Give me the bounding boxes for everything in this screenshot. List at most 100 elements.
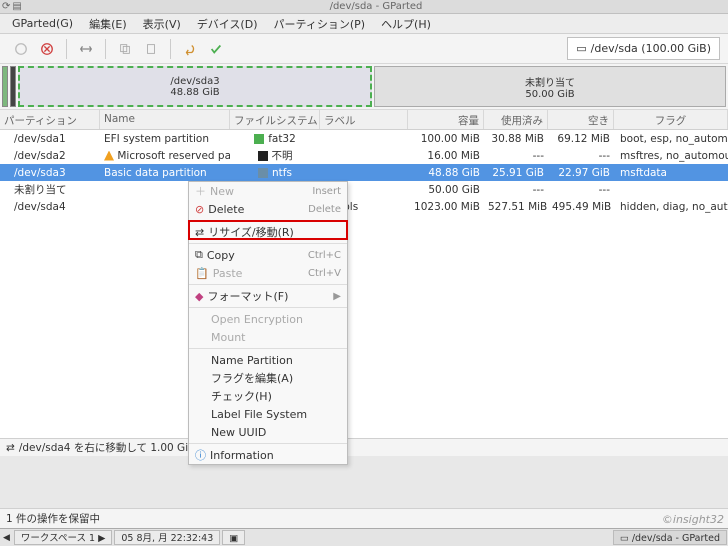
taskbar: ◀ ワークスペース 1 ▶ 05 8月, 月 22:32:43 ▣ ▭ /dev…: [0, 528, 728, 546]
menu-view[interactable]: 表示(V): [135, 14, 189, 34]
cell-used: 30.88 MiB: [484, 133, 548, 145]
col-filesystem[interactable]: ファイルシステム: [230, 110, 320, 129]
menubar: GParted(G) 編集(E) 表示(V) デバイス(D) パーティション(P…: [0, 14, 728, 34]
warning-icon: [104, 151, 114, 161]
paste-icon: 📋: [195, 267, 209, 280]
delete-icon: ⊘: [195, 203, 204, 216]
cell-capacity: 1023.00 MiB: [408, 201, 484, 213]
cell-free: 22.97 GiB: [548, 167, 614, 179]
ctx-information[interactable]: ⓘ Information: [189, 446, 347, 464]
cell-used: 527.51 MiB: [484, 201, 548, 213]
cell-fs: 不明: [230, 148, 320, 163]
context-menu: ＋ NewInsert ⊘ DeleteDelete ⇄ リサイズ/移動(R) …: [188, 181, 348, 465]
table-header: パーティション Name ファイルシステム ラベル 容量 使用済み 空き フラグ: [0, 110, 728, 130]
menu-gparted[interactable]: GParted(G): [4, 15, 81, 32]
partition-bar-label: /dev/sda3: [170, 76, 219, 87]
info-icon: ⓘ: [195, 447, 206, 463]
cell-flags: boot, esp, no_automount: [614, 133, 728, 145]
partition-bar-sda3[interactable]: /dev/sda3 48.88 GiB: [18, 66, 372, 107]
partition-bar-size: 48.88 GiB: [170, 87, 219, 98]
toolbar-separator: [105, 39, 106, 59]
resize-button[interactable]: [75, 38, 97, 60]
apply-button[interactable]: [205, 38, 227, 60]
device-selector[interactable]: ▭ /dev/sda (100.00 GiB): [567, 37, 720, 60]
menu-device[interactable]: デバイス(D): [189, 14, 266, 34]
ctx-name-partition[interactable]: Name Partition: [189, 351, 347, 369]
ctx-edit-flags[interactable]: フラグを編集(A): [189, 369, 347, 387]
paste-button[interactable]: [140, 38, 162, 60]
cell-partition: 未割り当て: [0, 182, 100, 197]
table-row[interactable]: /dev/sda1 EFI system partition fat32 100…: [0, 130, 728, 147]
cell-free: 69.12 MiB: [548, 133, 614, 145]
partition-bar-label: 未割り当て: [525, 74, 575, 89]
app-icon: ▭: [620, 533, 629, 544]
ctx-paste: 📋 PasteCtrl+V: [189, 264, 347, 282]
table-row-selected[interactable]: /dev/sda3 Basic data partition ntfs 48.8…: [0, 164, 728, 181]
ctx-separator: [189, 243, 347, 244]
partition-bar-size: 50.00 GiB: [525, 89, 574, 100]
col-partition[interactable]: パーティション: [0, 110, 100, 129]
col-free[interactable]: 空き: [548, 110, 614, 129]
ctx-new: ＋ NewInsert: [189, 182, 347, 200]
partition-bar-sda2[interactable]: [10, 66, 16, 107]
partition-bar-unallocated[interactable]: 未割り当て 50.00 GiB: [374, 66, 726, 107]
titlebar-icons: ⟳ ▤: [0, 0, 24, 14]
col-label[interactable]: ラベル: [320, 110, 408, 129]
taskbar-workspace[interactable]: ワークスペース 1 ▶: [14, 530, 112, 545]
reload-icon: ⟳: [2, 0, 10, 14]
ctx-separator: [189, 348, 347, 349]
menu-help[interactable]: ヘルプ(H): [373, 14, 439, 34]
col-used[interactable]: 使用済み: [484, 110, 548, 129]
col-capacity[interactable]: 容量: [408, 110, 484, 129]
undo-button[interactable]: [179, 38, 201, 60]
highlight-box: [188, 220, 348, 240]
table-row[interactable]: /dev/sda2 Microsoft reserved partition 不…: [0, 147, 728, 164]
col-flags[interactable]: フラグ: [614, 110, 728, 129]
cell-free: ---: [548, 184, 614, 196]
taskbar-datetime[interactable]: 05 8月, 月 22:32:43: [114, 530, 220, 545]
watermark: ©insight32: [662, 513, 724, 526]
table-row[interactable]: /dev/sda4 s tools 1023.00 MiB 527.51 MiB…: [0, 198, 728, 215]
cell-name: EFI system partition: [100, 133, 230, 145]
cell-partition: /dev/sda1: [0, 133, 100, 145]
window-titlebar: ⟳ ▤ /dev/sda - GParted: [0, 0, 728, 14]
col-name[interactable]: Name: [100, 110, 230, 129]
new-button[interactable]: [10, 38, 32, 60]
cell-capacity: 16.00 MiB: [408, 150, 484, 162]
format-icon: ◆: [195, 290, 203, 303]
window-title: /dev/sda - GParted: [24, 0, 728, 14]
toolbar: ▭ /dev/sda (100.00 GiB): [0, 34, 728, 64]
cell-fs: ntfs: [230, 167, 320, 179]
cell-partition: /dev/sda4: [0, 201, 100, 213]
cell-capacity: 50.00 GiB: [408, 184, 484, 196]
cell-used: 25.91 GiB: [484, 167, 548, 179]
menu-partition[interactable]: パーティション(P): [266, 14, 374, 34]
menu-edit[interactable]: 編集(E): [81, 14, 135, 34]
ctx-copy[interactable]: ⧉ CopyCtrl+C: [189, 246, 347, 264]
disk-icon: ▭: [576, 42, 586, 55]
ctx-label-fs[interactable]: Label File System: [189, 405, 347, 423]
ctx-open-encryption: Open Encryption: [189, 310, 347, 328]
delete-button[interactable]: [36, 38, 58, 60]
cell-free: 495.49 MiB: [548, 201, 614, 213]
cell-capacity: 48.88 GiB: [408, 167, 484, 179]
arrow-left-icon[interactable]: ◀: [0, 533, 13, 543]
device-selector-label: /dev/sda (100.00 GiB): [591, 42, 711, 55]
cell-name: Microsoft reserved partition: [100, 150, 230, 162]
ctx-delete[interactable]: ⊘ DeleteDelete: [189, 200, 347, 218]
ctx-new-uuid[interactable]: New UUID: [189, 423, 347, 441]
cell-partition: /dev/sda2: [0, 150, 100, 162]
statusbar: 1 件の操作を保留中: [0, 508, 728, 528]
cell-capacity: 100.00 MiB: [408, 133, 484, 145]
pending-count: 1 件の操作を保留中: [6, 511, 100, 526]
copy-button[interactable]: [114, 38, 136, 60]
cell-used: ---: [484, 150, 548, 162]
table-row[interactable]: 未割り当て 50.00 GiB --- ---: [0, 181, 728, 198]
partition-bar: /dev/sda3 48.88 GiB 未割り当て 50.00 GiB: [0, 64, 728, 110]
ctx-separator: [189, 284, 347, 285]
ctx-check[interactable]: チェック(H): [189, 387, 347, 405]
taskbar-app[interactable]: ▭ /dev/sda - GParted: [613, 530, 727, 545]
partition-bar-sda1[interactable]: [2, 66, 8, 107]
ctx-format[interactable]: ◆ フォーマット(F)▶: [189, 287, 347, 305]
taskbar-terminal-icon[interactable]: ▣: [222, 530, 245, 545]
